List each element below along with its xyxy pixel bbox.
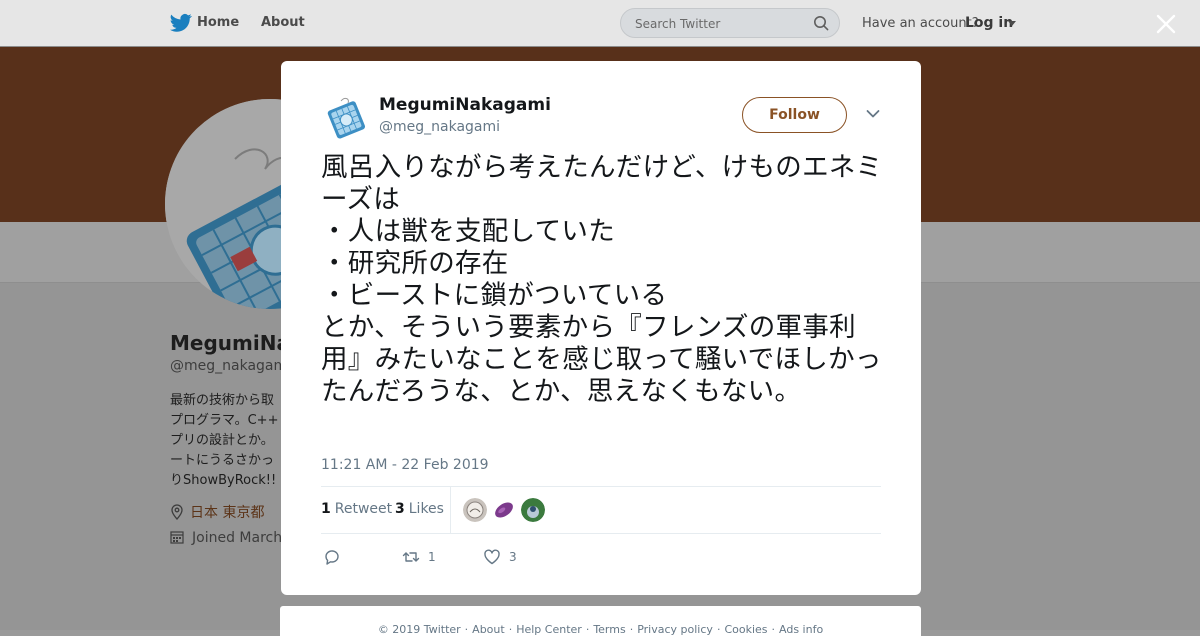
- retweet-action[interactable]: 1: [402, 546, 436, 564]
- top-nav: Home About Have an account? Log in: [0, 0, 1200, 47]
- bio-line: ートにうるさかっ: [170, 453, 275, 468]
- divider: [450, 487, 451, 533]
- liker-avatar[interactable]: [463, 498, 487, 522]
- login-link[interactable]: Log in: [965, 15, 1013, 31]
- bio-line: 最新の技術から取: [170, 393, 275, 408]
- heart-icon: [484, 549, 500, 564]
- liker-avatar-image: [463, 498, 487, 522]
- joined-text: Joined March: [192, 530, 283, 546]
- liker-avatar[interactable]: [492, 498, 516, 522]
- chevron-down-icon[interactable]: [866, 109, 880, 119]
- retweet-icon: [402, 551, 420, 562]
- divider: [321, 486, 881, 487]
- profile-joined: Joined March: [170, 530, 282, 546]
- search-box: [620, 8, 840, 38]
- tweet-timestamp[interactable]: 11:21 AM - 22 Feb 2019: [321, 457, 489, 473]
- search-input[interactable]: [633, 15, 807, 33]
- close-icon[interactable]: [1154, 12, 1178, 36]
- bio-line: プログラマ。C++: [170, 413, 279, 428]
- reply-action[interactable]: [323, 546, 341, 565]
- location-text[interactable]: 日本 東京都: [190, 505, 264, 521]
- follow-button[interactable]: Follow: [742, 97, 847, 133]
- divider: [321, 533, 881, 534]
- retweet-count: 1: [321, 501, 331, 517]
- profile-location: 日本 東京都: [170, 502, 264, 522]
- reply-icon: [325, 549, 339, 565]
- location-pin-icon: [171, 504, 183, 520]
- tweet-author-name[interactable]: MegumiNakagami: [379, 95, 551, 115]
- tweet-author-handle[interactable]: @meg_nakagami: [379, 119, 500, 135]
- likes-count: 3: [395, 501, 405, 517]
- search-icon[interactable]: [813, 15, 829, 31]
- have-account-text: Have an account?: [862, 16, 979, 31]
- retweet-stat[interactable]: 1 Retweet: [321, 501, 392, 517]
- retweet-label: Retweet: [334, 501, 393, 517]
- tweet-text: 風呂入りながら考えたんだけど、けものエネミーズは ・人は獣を支配していた ・研究…: [321, 152, 883, 407]
- footer: © 2019 Twitter · About · Help Center · Terms · P…: [280, 606, 921, 636]
- nav-about-link[interactable]: About: [261, 15, 305, 30]
- tweet-modal: MegumiNakagami @meg_nakagami Follow 風呂入り…: [281, 61, 921, 595]
- likes-stat[interactable]: 3 Likes: [395, 501, 444, 517]
- liker-avatar[interactable]: [521, 498, 545, 522]
- liker-avatar-image: [492, 498, 516, 522]
- likes-label: Likes: [408, 501, 444, 517]
- bio-line: りShowByRock!!: [170, 473, 277, 488]
- tweet-author-avatar[interactable]: [321, 91, 371, 141]
- nav-home-link[interactable]: Home: [197, 15, 239, 30]
- calendar-icon: [170, 531, 184, 544]
- liker-avatar-image: [521, 498, 545, 522]
- author-avatar-illustration: [321, 91, 371, 141]
- like-action-count: 3: [509, 549, 517, 564]
- like-action[interactable]: 3: [483, 546, 517, 564]
- twitter-bird-icon[interactable]: [170, 13, 192, 33]
- retweet-action-count: 1: [428, 549, 436, 564]
- bio-line: プリの設計とか。: [170, 433, 274, 448]
- login-caret-icon[interactable]: [1008, 21, 1016, 26]
- profile-handle: @meg_nakagami: [170, 358, 292, 374]
